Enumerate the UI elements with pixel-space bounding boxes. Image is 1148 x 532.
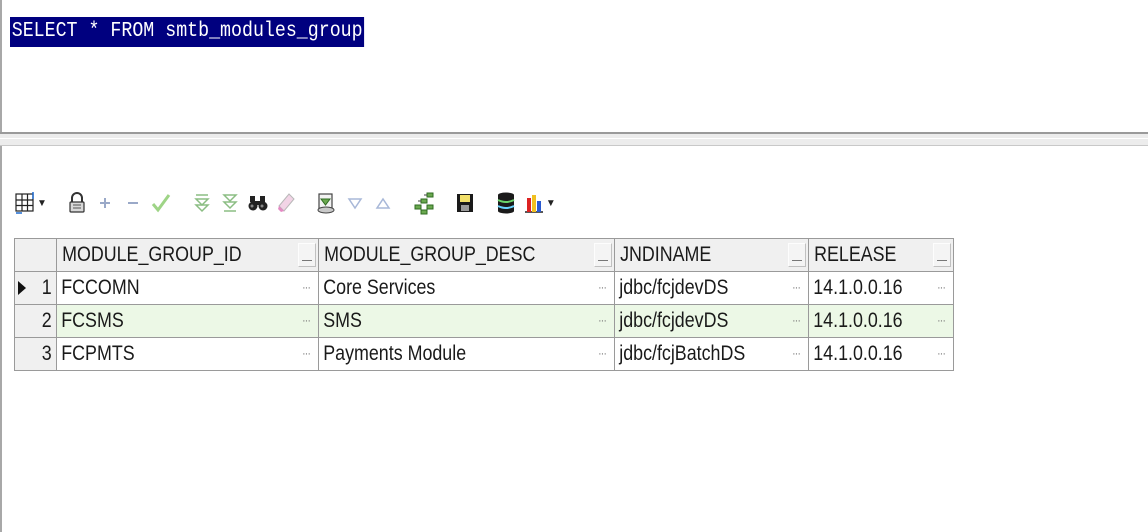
results-toolbar: ▼ ▼	[12, 184, 560, 222]
ellipsis-button[interactable]: ···	[297, 277, 315, 299]
column-header-module-group-id[interactable]: MODULE_GROUP_ID	[56, 238, 319, 272]
column-header-label: MODULE_GROUP_ID	[62, 243, 242, 266]
find-binoculars-icon[interactable]	[245, 188, 271, 218]
column-header-label: RELEASE	[814, 243, 897, 266]
cell-release[interactable]: 14.1.0.0.16 ···	[808, 337, 954, 371]
cell-value: 14.1.0.0.16	[813, 342, 903, 365]
ellipsis-button[interactable]: ···	[787, 310, 805, 332]
row-number: 3	[42, 342, 52, 365]
tree-view-icon[interactable]	[411, 188, 437, 218]
clear-find-icon[interactable]	[273, 188, 299, 218]
row-indicator[interactable]: 2	[14, 304, 57, 338]
cell-value: FCCOMN	[61, 276, 140, 299]
cell-value: Payments Module	[323, 342, 467, 365]
sql-editor[interactable]: SELECT * FROM smtb_modules_group	[0, 0, 1148, 132]
toolbar-separator	[181, 188, 183, 218]
results-panel: ▼ ▼ MODULE_GROUP_ID MODULE_GROUP_DESC JN…	[0, 146, 1148, 532]
cell-module-group-id[interactable]: FCCOMN ···	[56, 271, 319, 305]
table-row[interactable]: 3 FCPMTS ··· Payments Module ··· jdbc/fcjB…	[14, 337, 954, 371]
grid-corner[interactable]	[14, 238, 57, 272]
cell-jndiname[interactable]: jdbc/fcjdevDS ···	[614, 271, 809, 305]
cell-release[interactable]: 14.1.0.0.16 ···	[808, 304, 954, 338]
ellipsis-button[interactable]: ···	[593, 277, 611, 299]
add-record-icon[interactable]	[92, 188, 118, 218]
cell-value: Core Services	[323, 276, 436, 299]
ellipsis-button[interactable]: ···	[932, 277, 950, 299]
row-indicator[interactable]: 3	[14, 337, 57, 371]
ellipsis-button[interactable]: ···	[593, 310, 611, 332]
column-header-label: MODULE_GROUP_DESC	[324, 243, 536, 266]
row-indicator[interactable]: 1	[14, 271, 57, 305]
ellipsis-button[interactable]: ···	[787, 343, 805, 365]
cell-value: FCSMS	[61, 309, 124, 332]
cell-value: FCPMTS	[61, 342, 135, 365]
clear-filter-icon[interactable]	[217, 188, 243, 218]
sort-button[interactable]	[298, 243, 316, 267]
sort-button[interactable]	[788, 243, 806, 267]
ellipsis-button[interactable]: ···	[787, 277, 805, 299]
cell-jndiname[interactable]: jdbc/fcjdevDS ···	[614, 304, 809, 338]
toolbar-separator	[56, 188, 58, 218]
cell-value: 14.1.0.0.16	[813, 309, 903, 332]
sort-button[interactable]	[594, 243, 612, 267]
cell-module-group-desc[interactable]: Core Services ···	[318, 271, 615, 305]
post-changes-icon[interactable]	[148, 188, 174, 218]
cell-module-group-desc[interactable]: Payments Module ···	[318, 337, 615, 371]
cell-module-group-id[interactable]: FCSMS ···	[56, 304, 319, 338]
cell-release[interactable]: 14.1.0.0.16 ···	[808, 271, 954, 305]
export-database-icon[interactable]	[493, 188, 519, 218]
save-icon[interactable]	[452, 188, 478, 218]
grid-view-icon[interactable]	[12, 188, 38, 218]
column-header-module-group-desc[interactable]: MODULE_GROUP_DESC	[318, 238, 615, 272]
sql-query-text[interactable]: SELECT * FROM smtb_modules_group	[10, 17, 365, 47]
column-header-release[interactable]: RELEASE	[808, 238, 954, 272]
previous-triangle-icon[interactable]	[370, 188, 396, 218]
row-number: 2	[42, 309, 52, 332]
lock-icon[interactable]	[64, 188, 90, 218]
column-header-jndiname[interactable]: JNDINAME	[614, 238, 809, 272]
toolbar-separator	[485, 188, 487, 218]
cell-value: jdbc/fcjBatchDS	[619, 342, 746, 365]
toolbar-separator	[306, 188, 308, 218]
chevron-down-icon[interactable]: ▼	[546, 198, 556, 209]
cell-value: jdbc/fcjdevDS	[619, 309, 729, 332]
sort-button[interactable]	[933, 243, 951, 267]
cell-module-group-desc[interactable]: SMS ···	[318, 304, 615, 338]
filter-icon[interactable]	[189, 188, 215, 218]
toolbar-separator	[403, 188, 405, 218]
column-header-label: JNDINAME	[620, 243, 712, 266]
next-triangle-icon[interactable]	[342, 188, 368, 218]
cell-value: 14.1.0.0.16	[813, 276, 903, 299]
ellipsis-button[interactable]: ···	[593, 343, 611, 365]
table-row[interactable]: 1 FCCOMN ··· Core Services ··· jdbc/fcjdev…	[14, 271, 954, 305]
cell-jndiname[interactable]: jdbc/fcjBatchDS ···	[614, 337, 809, 371]
chevron-down-icon[interactable]: ▼	[37, 198, 47, 209]
ellipsis-button[interactable]: ···	[932, 343, 950, 365]
toolbar-separator	[444, 188, 446, 218]
query-by-example-icon[interactable]	[314, 188, 340, 218]
cell-value: SMS	[323, 309, 362, 332]
ellipsis-button[interactable]: ···	[297, 310, 315, 332]
grid-header-row: MODULE_GROUP_ID MODULE_GROUP_DESC JNDINA…	[14, 238, 954, 272]
ellipsis-button[interactable]: ···	[297, 343, 315, 365]
table-row[interactable]: 2 FCSMS ··· SMS ··· jdbc/fcjdevDS ··· 14.1.…	[14, 304, 954, 338]
results-grid: MODULE_GROUP_ID MODULE_GROUP_DESC JNDINA…	[14, 238, 954, 371]
delete-record-icon[interactable]	[120, 188, 146, 218]
row-number: 1	[42, 276, 52, 299]
current-row-marker-icon	[18, 281, 26, 295]
panel-splitter[interactable]	[0, 132, 1148, 146]
cell-value: jdbc/fcjdevDS	[619, 276, 729, 299]
cell-module-group-id[interactable]: FCPMTS ···	[56, 337, 319, 371]
chart-icon[interactable]	[521, 188, 547, 218]
ellipsis-button[interactable]: ···	[932, 310, 950, 332]
